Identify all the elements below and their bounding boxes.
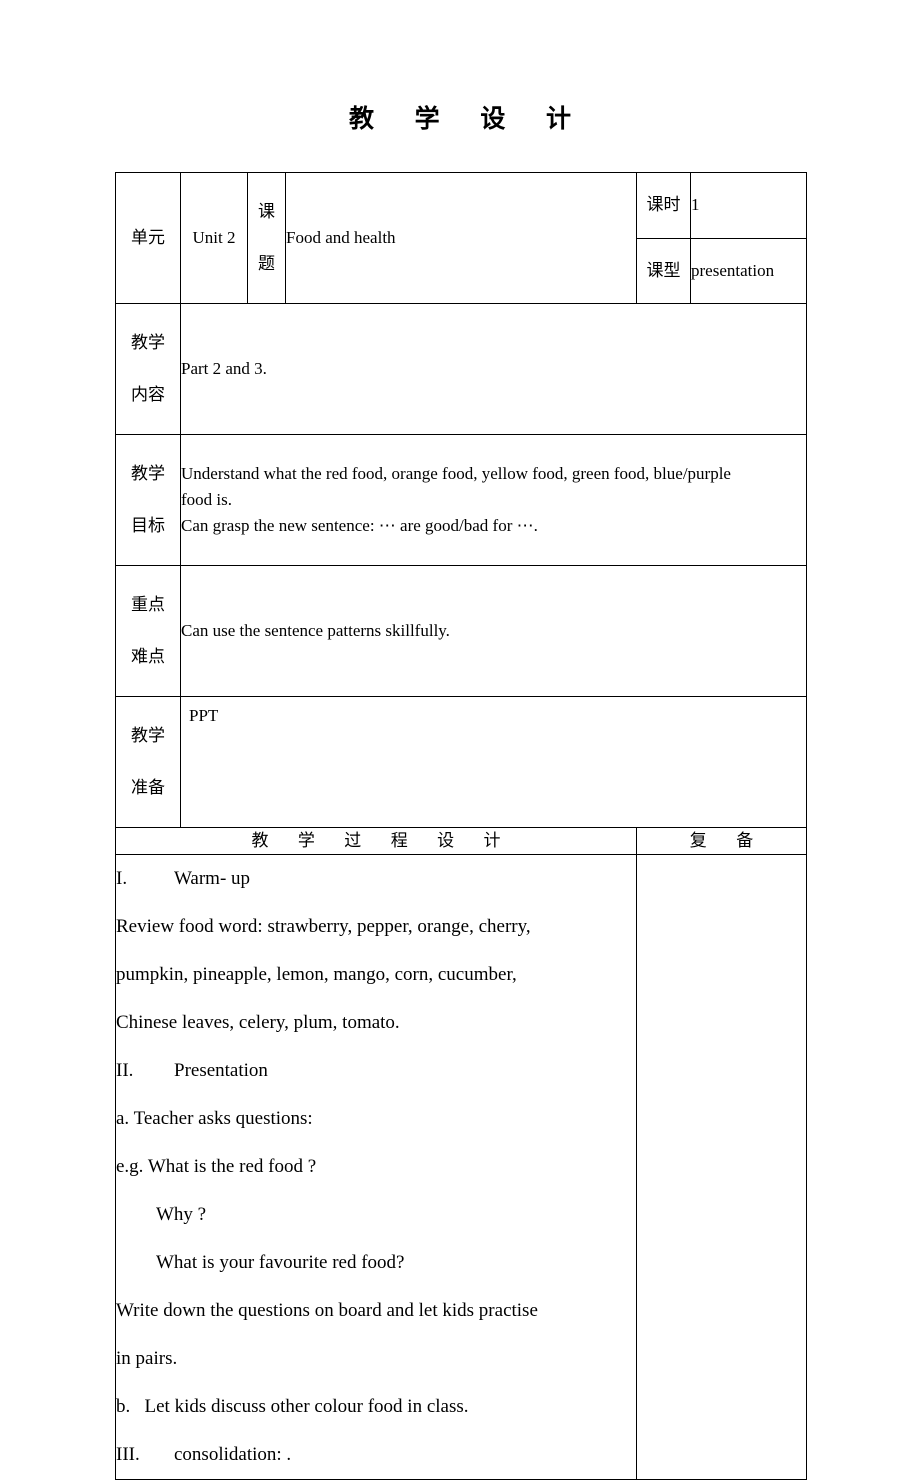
objectives-line: Can grasp the new sentence: ⋯ are good/b… (181, 516, 538, 535)
process-line: Write down the questions on board and le… (116, 1287, 636, 1335)
process-body-cell: I. Warm- up Review food word: strawberry,… (115, 854, 637, 1480)
process-line-text: b. Let kids discuss other colour food in… (116, 1396, 469, 1417)
value-topic: Food and health (285, 172, 637, 304)
process-line-number: II. (116, 1060, 134, 1081)
process-line: e.g. What is the red food ? (116, 1143, 636, 1191)
page-title: 教 学 设 计 (348, 104, 588, 133)
process-line-text: in pairs. (116, 1348, 178, 1369)
process-line: I. Warm- up (116, 855, 636, 903)
process-line: What is your favourite red food? (116, 1239, 636, 1287)
label-preparation: 教学 准备 (115, 696, 181, 828)
process-line: II. Presentation (116, 1047, 636, 1095)
process-line-number: III. (116, 1444, 140, 1465)
process-line-text: Chinese leaves, celery, plum, tomato. (116, 1012, 400, 1033)
process-line-number: I. (116, 868, 128, 889)
label-key-points-line-2: 难点 (131, 647, 165, 667)
lesson-plan-table: 单元 Unit 2 课 题 Food and health 课时 1 课型 pr… (115, 172, 807, 1480)
process-line: Chinese leaves, celery, plum, tomato. (116, 999, 636, 1047)
value-lesson-type: presentation (690, 237, 807, 304)
label-preparation-line-1: 教学 (131, 726, 165, 746)
label-topic-char-1: 课 (258, 202, 275, 222)
table-row-process-body: I. Warm- up Review food word: strawberry,… (115, 854, 807, 1480)
table-row-teaching-content: 教学 内容 Part 2 and 3. (115, 303, 807, 435)
label-topic-char-2: 题 (258, 254, 275, 274)
label-teaching-content-line-1: 教学 (131, 333, 165, 353)
process-line-text: a. Teacher asks questions: (116, 1108, 313, 1129)
value-objectives: Understand what the red food, orange foo… (180, 434, 807, 566)
process-line-text: Warm- up (174, 868, 251, 889)
label-objectives-line-2: 目标 (131, 516, 165, 536)
value-key-points: Can use the sentence patterns skillfully… (180, 565, 807, 697)
table-row-process-header: 教 学 过 程 设 计 复 备 (115, 827, 807, 855)
label-key-points: 重点 难点 (115, 565, 181, 697)
process-line-text: Write down the questions on board and le… (116, 1300, 538, 1321)
process-line: pumpkin, pineapple, lemon, mango, corn, … (116, 951, 636, 999)
label-topic: 课 题 (247, 172, 286, 304)
label-preparation-line-2: 准备 (131, 778, 165, 798)
process-line-text: e.g. What is the red food ? (116, 1156, 317, 1177)
value-preparation: PPT (180, 696, 807, 828)
objectives-line: Understand what the red food, orange foo… (181, 464, 731, 483)
process-line: Why ? (116, 1191, 636, 1239)
table-row-objectives: 教学 目标 Understand what the red food, oran… (115, 434, 807, 566)
process-line-text: consolidation: . (174, 1444, 292, 1465)
process-header-label: 教 学 过 程 设 计 (115, 827, 637, 855)
process-line-text: pumpkin, pineapple, lemon, mango, corn, … (116, 964, 517, 985)
label-key-points-line-1: 重点 (131, 595, 165, 615)
process-line: III. consolidation: . (116, 1431, 636, 1479)
process-line-text: Presentation (174, 1060, 268, 1081)
table-row-key-points: 重点 难点 Can use the sentence patterns skil… (115, 565, 807, 697)
table-row-preparation: 教学 准备 PPT (115, 696, 807, 828)
value-periods: 1 (690, 172, 807, 239)
process-line-text: Why ? (156, 1204, 207, 1225)
label-objectives-line-1: 教学 (131, 464, 165, 484)
value-unit: Unit 2 (180, 172, 248, 304)
spare-header-label: 复 备 (636, 827, 807, 855)
process-line-text: What is your favourite red food? (156, 1252, 405, 1273)
label-periods: 课时 (636, 172, 691, 239)
process-line-text: Review food word: strawberry, pepper, or… (116, 916, 531, 937)
process-line: a. Teacher asks questions: (116, 1095, 636, 1143)
value-teaching-content: Part 2 and 3. (180, 303, 807, 435)
label-teaching-content: 教学 内容 (115, 303, 181, 435)
table-row-unit: 单元 Unit 2 课 题 Food and health 课时 1 (115, 172, 807, 304)
objectives-line: food is. (181, 490, 232, 509)
label-objectives: 教学 目标 (115, 434, 181, 566)
label-teaching-content-line-2: 内容 (131, 385, 165, 405)
process-line: Review food word: strawberry, pepper, or… (116, 903, 636, 951)
label-unit: 单元 (115, 172, 181, 304)
spare-notes-cell[interactable] (636, 854, 807, 1480)
label-lesson-type: 课型 (636, 237, 691, 304)
process-line: in pairs. (116, 1335, 636, 1383)
process-line: b. Let kids discuss other colour food in… (116, 1383, 636, 1431)
